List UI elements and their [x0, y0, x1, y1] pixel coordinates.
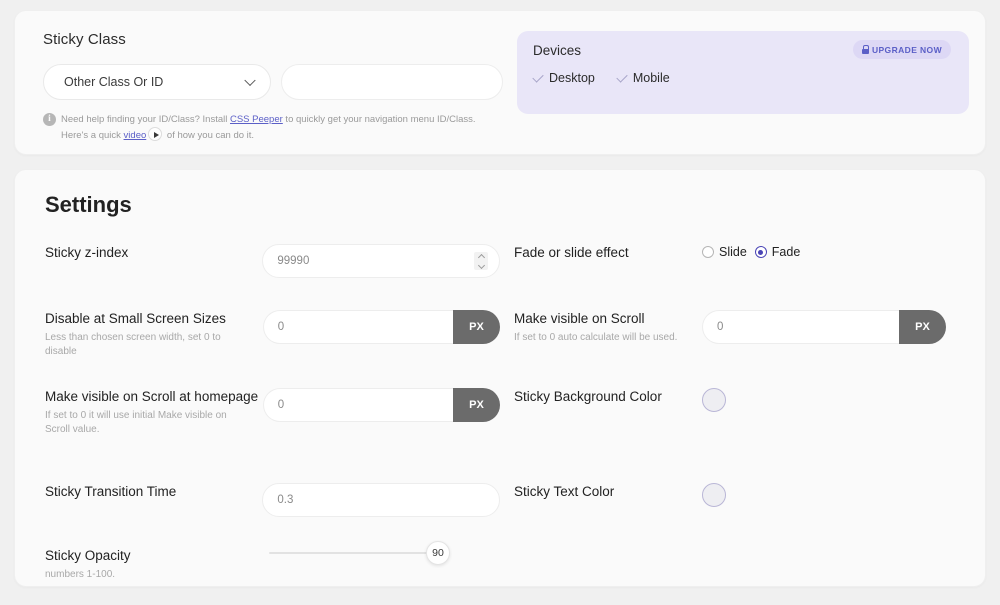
unit-label-px: PX: [899, 310, 946, 344]
sticky-z-index-input[interactable]: 99990: [262, 244, 500, 278]
setting-label: Fade or slide effect: [514, 244, 702, 261]
device-label-desktop: Desktop: [549, 71, 595, 85]
setting-disable-at-small-screen-sizes: Disable at Small Screen Sizes Less than …: [31, 310, 500, 359]
sticky-background-color-swatch[interactable]: [702, 388, 726, 412]
sticky-class-select[interactable]: Other Class Or ID: [43, 64, 271, 100]
unit-label-px: PX: [453, 310, 500, 344]
make-visible-scroll-homepage-input[interactable]: 0 PX: [263, 388, 500, 422]
setting-label-wrap: Make visible on Scroll If set to 0 auto …: [514, 310, 702, 345]
fade-slide-radio-group: Slide Fade: [702, 245, 800, 259]
setting-sticky-background-color: Sticky Background Color: [500, 388, 969, 437]
setting-sticky-opacity: Sticky Opacity numbers 1-100. 90: [31, 547, 500, 582]
css-peeper-link[interactable]: CSS Peeper: [230, 114, 283, 125]
setting-label: Sticky Opacity: [45, 547, 269, 564]
setting-label: Sticky Background Color: [514, 388, 702, 405]
help-text-part2: to quickly get your navigation menu ID/C…: [283, 114, 476, 125]
setting-label-wrap: Sticky Text Color: [514, 483, 702, 500]
devices-card: Devices UPGRADE NOW Desktop Mobile: [517, 31, 969, 114]
lock-icon: [862, 45, 869, 54]
setting-sticky-transition-time: Sticky Transition Time 0.3: [31, 483, 500, 517]
sticky-transition-time-value: 0.3: [277, 494, 293, 506]
sticky-transition-time-input[interactable]: 0.3: [262, 483, 500, 517]
setting-label-wrap: Fade or slide effect: [514, 244, 702, 261]
slider-handle[interactable]: 90: [426, 541, 450, 565]
upgrade-now-button[interactable]: UPGRADE NOW: [853, 40, 951, 59]
radio-icon: [702, 246, 714, 258]
disable-small-screen-input[interactable]: 0 PX: [263, 310, 500, 344]
setting-label-wrap: Sticky Opacity numbers 1-100.: [31, 547, 269, 582]
check-icon: [532, 71, 543, 82]
radio-label-fade: Fade: [772, 245, 801, 259]
setting-label: Disable at Small Screen Sizes: [45, 310, 263, 327]
setting-make-visible-on-scroll-homepage: Make visible on Scroll at homepage If se…: [31, 388, 500, 437]
setting-label: Sticky z-index: [45, 244, 262, 261]
device-checkbox-list: Desktop Mobile: [533, 71, 953, 85]
sticky-text-color-swatch[interactable]: [702, 483, 726, 507]
disable-small-screen-value: 0: [263, 310, 453, 344]
sticky-class-help: i Need help finding your ID/Class? Insta…: [43, 112, 969, 143]
number-stepper-icon[interactable]: [474, 252, 488, 270]
setting-sublabel: If set to 0 auto calculate will be used.: [514, 331, 702, 345]
make-visible-scroll-input[interactable]: 0 PX: [702, 310, 946, 344]
upgrade-now-label: UPGRADE NOW: [872, 45, 942, 55]
chevron-down-icon: [477, 261, 484, 268]
chevron-down-icon: [244, 75, 255, 86]
setting-sublabel: numbers 1-100.: [45, 568, 250, 582]
radio-option-fade[interactable]: Fade: [755, 245, 801, 259]
setting-label: Make visible on Scroll: [514, 310, 702, 327]
radio-icon-selected: [755, 246, 767, 258]
video-link[interactable]: video: [124, 130, 147, 141]
setting-sticky-text-color: Sticky Text Color: [500, 483, 969, 517]
setting-label-wrap: Make visible on Scroll at homepage If se…: [31, 388, 263, 437]
device-label-mobile: Mobile: [633, 71, 670, 85]
settings-row: Make visible on Scroll at homepage If se…: [31, 388, 969, 437]
sticky-z-index-value: 99990: [277, 255, 309, 267]
help-text-part4: of how you can do it.: [164, 130, 254, 141]
setting-label: Make visible on Scroll at homepage: [45, 388, 263, 405]
make-visible-scroll-value: 0: [702, 310, 899, 344]
play-icon[interactable]: [148, 127, 162, 141]
slider-track: [269, 552, 434, 554]
settings-title: Settings: [45, 192, 969, 218]
check-icon: [616, 71, 627, 82]
help-text: Need help finding your ID/Class? Install…: [61, 112, 476, 143]
help-text-part1: Need help finding your ID/Class? Install: [61, 114, 230, 125]
settings-page: Sticky Class Other Class Or ID i Need he…: [0, 0, 1000, 605]
setting-label-wrap: Disable at Small Screen Sizes Less than …: [31, 310, 263, 359]
setting-label-wrap: Sticky z-index: [31, 244, 262, 261]
sticky-opacity-slider[interactable]: 90: [269, 541, 469, 565]
make-visible-scroll-homepage-value: 0: [263, 388, 453, 422]
sticky-class-panel: Sticky Class Other Class Or ID i Need he…: [14, 10, 986, 155]
settings-row: Sticky Opacity numbers 1-100. 90: [31, 547, 969, 582]
setting-label-wrap: Sticky Transition Time: [31, 483, 262, 500]
setting-make-visible-on-scroll: Make visible on Scroll If set to 0 auto …: [500, 310, 969, 359]
setting-fade-or-slide-effect: Fade or slide effect Slide Fade: [500, 244, 969, 278]
settings-row: Disable at Small Screen Sizes Less than …: [31, 310, 969, 359]
sticky-class-input[interactable]: [281, 64, 503, 100]
device-checkbox-desktop[interactable]: Desktop: [533, 71, 595, 85]
setting-label-wrap: Sticky Background Color: [514, 388, 702, 405]
chevron-up-icon: [477, 253, 484, 260]
setting-sticky-z-index: Sticky z-index 99990: [31, 244, 500, 278]
setting-sublabel: Less than chosen screen width, set 0 to …: [45, 331, 250, 359]
sticky-class-select-value: Other Class Or ID: [64, 75, 163, 89]
device-checkbox-mobile[interactable]: Mobile: [617, 71, 670, 85]
settings-row: Sticky Transition Time 0.3 Sticky Text C…: [31, 483, 969, 517]
radio-option-slide[interactable]: Slide: [702, 245, 747, 259]
radio-label-slide: Slide: [719, 245, 747, 259]
settings-row: Sticky z-index 99990 Fade or slide effec…: [31, 244, 969, 278]
unit-label-px: PX: [453, 388, 500, 422]
setting-label: Sticky Text Color: [514, 483, 702, 500]
setting-sublabel: If set to 0 it will use initial Make vis…: [45, 409, 250, 437]
settings-panel: Settings Sticky z-index 99990: [14, 169, 986, 587]
help-text-part3: Here's a quick: [61, 130, 124, 141]
setting-label: Sticky Transition Time: [45, 483, 262, 500]
info-icon: i: [43, 113, 56, 126]
